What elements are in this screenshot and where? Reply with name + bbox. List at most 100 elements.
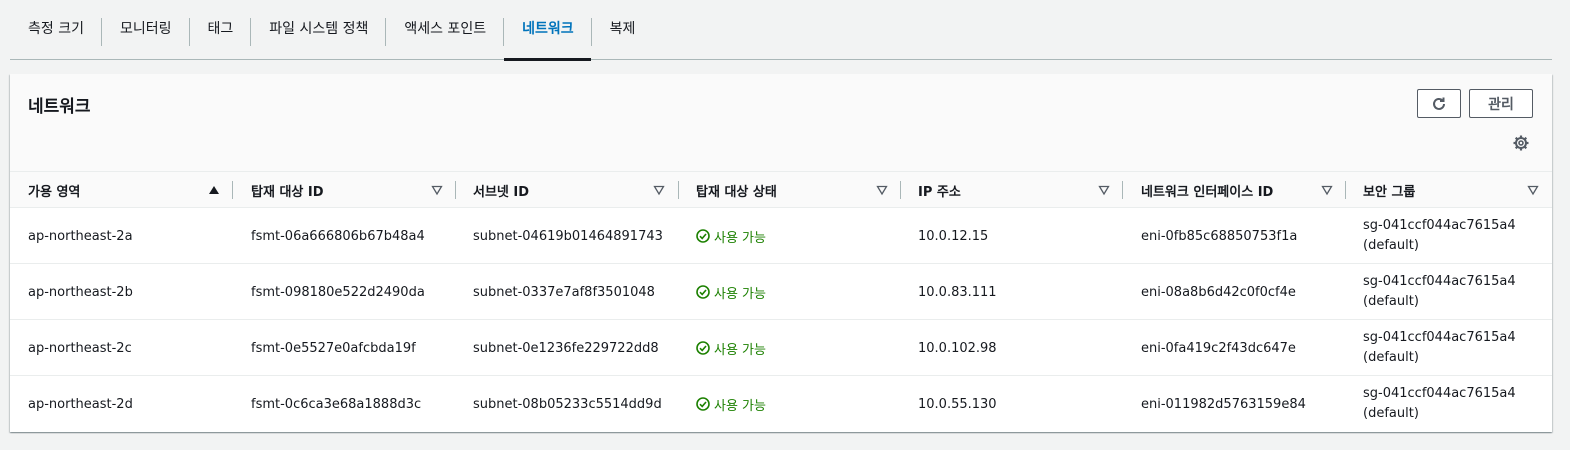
table-header: 가용 영역 탑재 대상 ID 서브넷 ID 탑재 대상 상태 IP 주소 네트워… bbox=[10, 172, 1552, 208]
cell-mount-target-id: fsmt-098180e522d2490da bbox=[251, 284, 425, 300]
security-group-name: (default) bbox=[1363, 350, 1419, 365]
refresh-icon bbox=[1433, 97, 1445, 110]
cell-mount-target-state: 사용 가능 bbox=[696, 376, 766, 432]
column-divider bbox=[455, 181, 456, 199]
cell-network-interface-id: eni-0fa419c2f43dc647e bbox=[1141, 340, 1296, 356]
table-row: ap-northeast-2c fsmt-0e5527e0afcbda19f s… bbox=[10, 320, 1552, 376]
cell-subnet-id: subnet-08b05233c5514dd9d bbox=[473, 396, 662, 412]
column-header-mount-target-state[interactable]: 탑재 대상 상태 bbox=[696, 172, 888, 208]
sort-icon bbox=[1527, 185, 1539, 196]
table-row: ap-northeast-2d fsmt-0c6ca3e68a1888d3c s… bbox=[10, 376, 1552, 432]
table-body: ap-northeast-2a fsmt-06a666806b67b48a4 s… bbox=[10, 208, 1552, 432]
tab-metrics[interactable]: 측정 크기 bbox=[10, 0, 102, 60]
column-label: IP 주소 bbox=[918, 184, 961, 200]
column-label: 탑재 대상 ID bbox=[251, 184, 324, 200]
security-group-name: (default) bbox=[1363, 238, 1419, 253]
column-label: 탑재 대상 상태 bbox=[696, 184, 777, 200]
cell-subnet-id: subnet-04619b01464891743 bbox=[473, 228, 663, 244]
manage-button[interactable]: 관리 bbox=[1469, 89, 1533, 118]
status-text: 사용 가능 bbox=[714, 398, 766, 414]
column-divider bbox=[900, 181, 901, 199]
active-tab-indicator bbox=[504, 58, 591, 61]
security-group-name: (default) bbox=[1363, 406, 1419, 421]
tab-label: 태그 bbox=[207, 21, 234, 37]
sort-icon bbox=[876, 185, 888, 196]
cell-security-groups: sg-041ccf044ac7615a4 (default) bbox=[1363, 320, 1516, 376]
status-text: 사용 가능 bbox=[714, 230, 766, 246]
table-row: ap-northeast-2a fsmt-06a666806b67b48a4 s… bbox=[10, 208, 1552, 264]
tab-network[interactable]: 네트워크 bbox=[504, 0, 592, 61]
cell-ip-address: 10.0.102.98 bbox=[918, 340, 997, 356]
tab-label: 측정 크기 bbox=[28, 21, 84, 37]
cell-network-interface-id: eni-011982d5763159e84 bbox=[1141, 396, 1306, 412]
column-divider bbox=[232, 181, 233, 199]
panel-header: 네트워크 관리 bbox=[10, 74, 1552, 172]
cell-mount-target-state: 사용 가능 bbox=[696, 320, 766, 376]
column-label: 네트워크 인터페이스 ID bbox=[1141, 184, 1274, 200]
cell-availability-zone: ap-northeast-2b bbox=[28, 284, 133, 300]
column-label: 보안 그룹 bbox=[1363, 184, 1416, 200]
tab-replication[interactable]: 복제 bbox=[592, 0, 654, 60]
cell-availability-zone: ap-northeast-2a bbox=[28, 228, 133, 244]
status-text: 사용 가능 bbox=[714, 342, 766, 358]
cell-mount-target-id: fsmt-0c6ca3e68a1888d3c bbox=[251, 396, 422, 412]
cell-security-groups: sg-041ccf044ac7615a4 (default) bbox=[1363, 264, 1516, 320]
security-group-id: sg-041ccf044ac7615a4 bbox=[1363, 330, 1516, 345]
security-group-id: sg-041ccf044ac7615a4 bbox=[1363, 274, 1516, 289]
column-label: 가용 영역 bbox=[28, 184, 81, 200]
gear-icon[interactable] bbox=[1512, 134, 1530, 152]
refresh-button[interactable] bbox=[1417, 89, 1461, 118]
column-header-network-interface-id[interactable]: 네트워크 인터페이스 ID bbox=[1141, 172, 1333, 208]
cell-availability-zone: ap-northeast-2c bbox=[28, 340, 132, 356]
security-group-id: sg-041ccf044ac7615a4 bbox=[1363, 218, 1516, 233]
sort-icon bbox=[431, 185, 443, 196]
sort-ascending-icon bbox=[209, 186, 219, 194]
cell-subnet-id: subnet-0337e7af8f3501048 bbox=[473, 284, 655, 300]
cell-subnet-id: subnet-0e1236fe229722dd8 bbox=[473, 340, 659, 356]
cell-security-groups: sg-041ccf044ac7615a4 (default) bbox=[1363, 376, 1516, 432]
sort-icon bbox=[653, 185, 665, 196]
column-header-mount-target-id[interactable]: 탑재 대상 ID bbox=[251, 172, 443, 208]
security-group-name: (default) bbox=[1363, 294, 1419, 309]
check-circle-icon bbox=[696, 229, 710, 243]
cell-mount-target-state: 사용 가능 bbox=[696, 264, 766, 320]
column-label: 서브넷 ID bbox=[473, 184, 530, 200]
cell-ip-address: 10.0.12.15 bbox=[918, 228, 989, 244]
tab-file-system-policy[interactable]: 파일 시스템 정책 bbox=[251, 0, 387, 60]
tab-label: 액세스 포인트 bbox=[404, 21, 487, 37]
cell-mount-target-id: fsmt-0e5527e0afcbda19f bbox=[251, 340, 416, 356]
column-header-ip-address[interactable]: IP 주소 bbox=[918, 172, 1110, 208]
column-header-availability-zone[interactable]: 가용 영역 bbox=[28, 172, 220, 208]
tab-label: 네트워크 bbox=[522, 21, 574, 37]
cell-mount-target-state: 사용 가능 bbox=[696, 208, 766, 264]
panel-title: 네트워크 bbox=[28, 97, 91, 117]
cell-ip-address: 10.0.83.111 bbox=[918, 284, 997, 300]
tab-label: 모니터링 bbox=[119, 21, 172, 37]
sort-icon bbox=[1321, 185, 1333, 196]
tab-label: 파일 시스템 정책 bbox=[269, 21, 369, 37]
column-divider bbox=[1345, 181, 1346, 199]
column-header-subnet-id[interactable]: 서브넷 ID bbox=[473, 172, 665, 208]
cell-ip-address: 10.0.55.130 bbox=[918, 396, 997, 412]
column-divider bbox=[678, 181, 679, 199]
cell-availability-zone: ap-northeast-2d bbox=[28, 396, 133, 412]
cell-security-groups: sg-041ccf044ac7615a4 (default) bbox=[1363, 208, 1516, 264]
sort-icon bbox=[1098, 185, 1110, 196]
tab-label: 복제 bbox=[609, 21, 636, 37]
column-divider bbox=[1122, 181, 1123, 199]
check-circle-icon bbox=[696, 341, 710, 355]
tab-tags[interactable]: 태그 bbox=[190, 0, 252, 60]
tab-monitoring[interactable]: 모니터링 bbox=[102, 0, 190, 60]
check-circle-icon bbox=[696, 285, 710, 299]
status-text: 사용 가능 bbox=[714, 286, 766, 302]
security-group-id: sg-041ccf044ac7615a4 bbox=[1363, 386, 1516, 401]
tab-access-points[interactable]: 액세스 포인트 bbox=[386, 0, 504, 60]
cell-network-interface-id: eni-0fb85c68850753f1a bbox=[1141, 228, 1298, 244]
network-panel: 네트워크 관리 가용 영역 탑재 대상 ID 서브넷 ID 탑재 대상 상태 I… bbox=[10, 74, 1552, 432]
tab-bar: 측정 크기 모니터링 태그 파일 시스템 정책 액세스 포인트 네트워크 복제 bbox=[10, 0, 1552, 61]
column-header-security-groups[interactable]: 보안 그룹 bbox=[1363, 172, 1539, 208]
cell-mount-target-id: fsmt-06a666806b67b48a4 bbox=[251, 228, 425, 244]
table-row: ap-northeast-2b fsmt-098180e522d2490da s… bbox=[10, 264, 1552, 320]
cell-network-interface-id: eni-08a8b6d42c0f0cf4e bbox=[1141, 284, 1296, 300]
check-circle-icon bbox=[696, 397, 710, 411]
